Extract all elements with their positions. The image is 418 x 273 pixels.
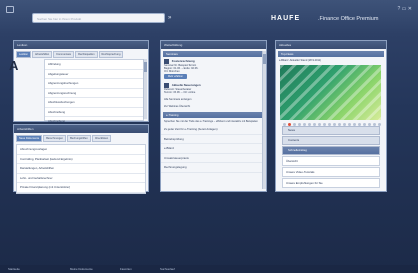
status-favorites[interactable]: Favoriten [120,267,132,271]
product-name: .Finance Office Premium [318,16,379,22]
news-caption[interactable]: e-Bilanz: Aktueller Stand (28.9.2011) [276,57,386,64]
carousel-dot[interactable] [363,123,366,126]
webinar-link[interactable]: Zur Webinar-Übersicht [161,103,266,110]
carousel-dot[interactable] [333,123,336,126]
etraining-item[interactable]: Rechnungslegung [161,163,266,173]
seminar-detail: Ort: München [164,70,180,73]
list-item[interactable]: Abrechnungsvorlagen [17,145,145,155]
list-item[interactable]: Controlling, Planbarkeit (laufend Ergebn… [17,155,145,164]
carousel-dots [283,123,381,126]
lexikon-list: Abfindung Abgeltungsteuer Abgrenzungsbuc… [44,59,144,127]
lexikon-scrollbar[interactable] [143,59,147,119]
accordion-contents[interactable]: Contents [282,136,380,145]
arbeitshilfen-tabs: Neue Dokumente Berechnungen Buchungshilf… [16,135,146,142]
tab-lexikon[interactable]: Lexikon [16,51,31,58]
weiterbildung-panel: Weiterbildung Seminare Kostenrechnung Se… [160,40,267,192]
carousel-dot[interactable] [343,123,346,126]
tab-buchungshilfen[interactable]: Buchungshilfen [67,135,91,142]
list-item[interactable]: Abschreibung [45,108,143,117]
carousel-dot[interactable] [308,123,311,126]
tab-rechtsprechung[interactable]: Rechtsprechung [98,51,124,58]
accordion-news[interactable]: News [282,126,380,135]
etraining-item[interactable]: Zu jeder Zeit für e-Training (bereit Anl… [161,125,266,135]
list-item[interactable]: Abschlussbuchungen [45,98,143,108]
tab-berechnungen[interactable]: Berechnungen [43,135,67,142]
weiterbildung-title: Weiterbildung [161,41,266,49]
top-bar: Suchen Sie hier in Ihrem Produkt » HAUFE… [0,0,418,34]
window-menu-icon[interactable] [6,6,14,13]
carousel-dot[interactable] [313,123,316,126]
arbeitshilfen-panel: Arbeitshilfen Neue Dokumente Berechnunge… [13,124,149,194]
brand-logo: HAUFE [271,15,301,22]
list-item[interactable]: Abgeltungsteuer [45,70,143,79]
list-item[interactable]: Lohn- und Gehaltsrechner [17,174,145,183]
seminar-title: Aktuelle Neuerungen [171,83,201,88]
carousel-dot[interactable] [328,123,331,126]
lexikon-title: Lexikon [14,41,148,49]
carousel-dot[interactable] [358,123,361,126]
status-documents[interactable]: Meine Dokumente [70,267,93,271]
seminar-more-button[interactable]: Mehr erfahren [164,74,188,79]
carousel-dot[interactable] [293,123,296,126]
app-window: Suchen Sie hier in Ihrem Produkt » HAUFE… [0,0,418,273]
status-home[interactable]: Startseite [8,267,20,271]
tab-kommentare[interactable]: Kommentare [53,51,75,58]
carousel-dot[interactable] [318,123,321,126]
status-bar: Startseite Meine Dokumente Favoriten Suc… [0,265,418,273]
tab-arbeitshilfen[interactable]: Arbeitshilfen [31,51,53,58]
carousel-dot[interactable] [283,123,286,126]
etraining-intro: Sprechen Sie mit der Tiefe des e-Trainin… [164,120,258,123]
list-item[interactable]: Abgrenzungsbuchungen [45,79,143,89]
status-history[interactable]: Suchverlauf [160,267,175,271]
quicklink-uebersicht[interactable]: Übersicht [282,156,380,166]
carousel-dot[interactable] [348,123,351,126]
tab-checklisten[interactable]: Checklisten [91,135,112,142]
lexikon-tabs: Lexikon Arbeitshilfen Kommentare Rechtsq… [16,51,146,58]
arbeitshilfen-title: Arbeitshilfen [14,125,148,133]
lexikon-panel: Lexikon Lexikon Arbeitshilfen Kommentare… [13,40,149,127]
carousel-dot[interactable] [298,123,301,126]
etraining-item[interactable]: Betriebsprüfung [161,135,266,144]
list-item[interactable]: Darstellungen, Arbeitshilfen [17,164,145,174]
aktuelles-title: Aktuelles [276,41,386,49]
seminar-item[interactable]: Kostenrechnung Seminar Nr. Beispiel-Term… [161,57,266,81]
etraining-item[interactable]: e-Bilanz [161,144,266,154]
carousel-dot[interactable] [303,123,306,126]
seminar-detail: Termin: 15.06. – Ort: online [164,91,196,94]
list-item[interactable]: Abfindung [45,60,143,70]
accordion-schnelleinstieg[interactable]: Schnelleinstieg [282,146,380,155]
news-image[interactable] [280,65,381,120]
all-seminars-link[interactable]: Alle Seminare anzeigen [161,96,266,103]
seminar-item[interactable]: Aktuelle Neuerungen Referent: Steuerbera… [161,81,266,96]
carousel-dot[interactable] [353,123,356,126]
weiterbildung-scrollbar[interactable] [262,51,266,189]
alphabet-letter[interactable]: A [9,58,18,73]
carousel-dot-active[interactable] [288,123,291,126]
carousel-dot[interactable] [373,123,376,126]
carousel-dot[interactable] [378,123,381,126]
search-input[interactable]: Suchen Sie hier in Ihrem Produkt [32,13,165,23]
tab-rechtsquellen[interactable]: Rechtsquellen [75,51,98,58]
tab-neue-dokumente[interactable]: Neue Dokumente [16,135,43,142]
arbeitshilfen-list: Abrechnungsvorlagen Controlling, Planbar… [16,144,146,194]
carousel-dot[interactable] [338,123,341,126]
carousel-dot[interactable] [368,123,371,126]
accordion: News Contents Schnelleinstieg Übersicht … [279,125,383,189]
quicklink-videos[interactable]: Unsere Video-Tutorials [282,167,380,177]
etraining-item[interactable]: Umsatzsteuerpraxis [161,154,266,163]
quicklink-empfehlungen[interactable]: Unsere Empfehlungen für Sie [282,178,380,188]
carousel-dot[interactable] [323,123,326,126]
search-go-button[interactable]: » [168,14,176,22]
seminar-title: Kostenrechnung [171,59,195,64]
window-controls[interactable]: ? ▭ ✕ [398,6,412,12]
list-item[interactable]: Private Finanzplanung (mit Unterstützer) [17,183,145,193]
list-item[interactable]: Abgrenzungsrechnung [45,89,143,98]
